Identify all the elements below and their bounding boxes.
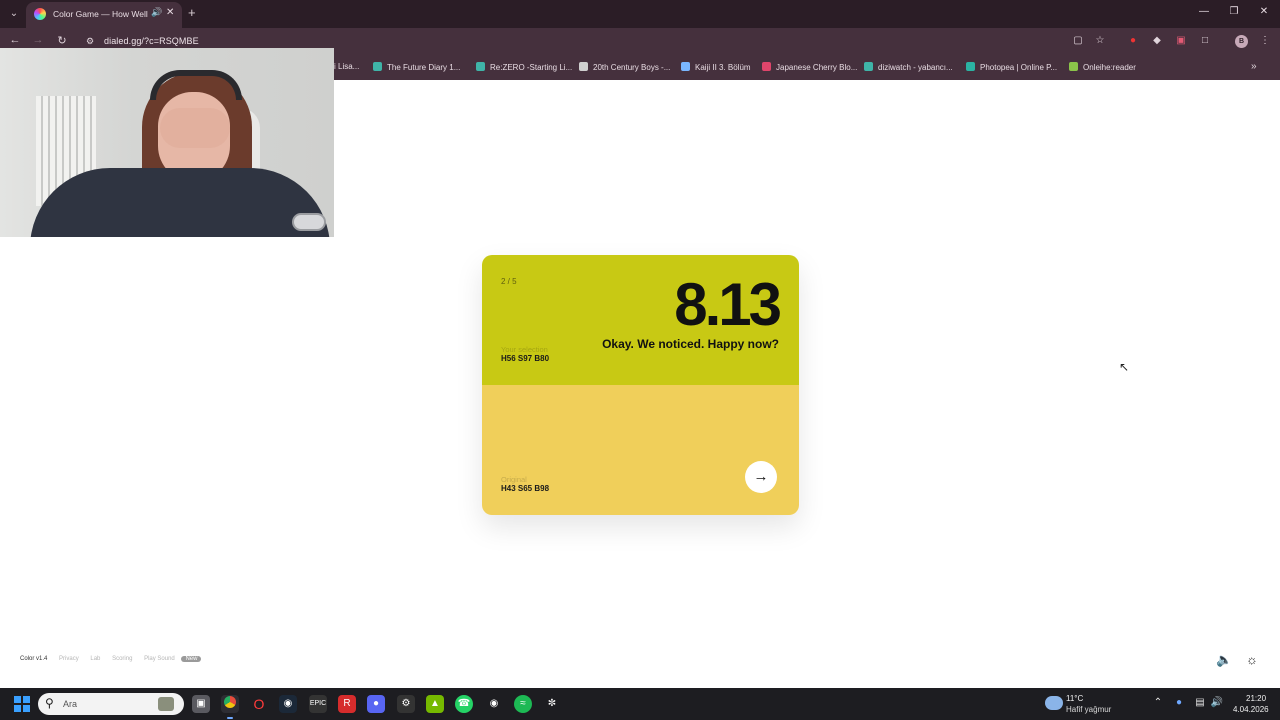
reload-icon[interactable]: ↻ xyxy=(55,34,69,47)
address-bar-url[interactable]: dialed.gg/?c=RSQMBE xyxy=(104,36,199,46)
panda-app-icon[interactable]: ◉ xyxy=(485,695,503,713)
footer-version: Color v1.4 xyxy=(20,656,48,662)
weather-temperature[interactable]: 11°C xyxy=(1066,694,1083,703)
bookmark-item[interactable]: Kaiji II 3. Bölüm xyxy=(681,62,751,72)
bookmark-item[interactable]: diziwatch - yabancı... xyxy=(864,62,953,72)
discord-icon[interactable]: ● xyxy=(367,695,385,713)
next-round-button[interactable]: → xyxy=(745,461,777,493)
new-tab-button[interactable]: + xyxy=(188,5,196,20)
close-tab-icon[interactable]: ✕ xyxy=(166,7,174,18)
bookmark-item[interactable]: Photopea | Online P... xyxy=(966,62,1057,72)
profile-avatar[interactable]: B xyxy=(1235,35,1248,48)
spotify-icon[interactable]: ≈ xyxy=(514,695,532,713)
webcam-person-body xyxy=(30,168,330,237)
page-footer: Color v1.4 Privacy Lab Scoring Play Soun… xyxy=(20,656,211,666)
search-highlight-icon xyxy=(158,697,174,711)
weather-description[interactable]: Hafif yağmur xyxy=(1066,705,1111,714)
score-value: 8.13 xyxy=(674,271,782,338)
task-view-icon[interactable]: ▣ xyxy=(192,695,210,713)
bookmark-favicon-icon xyxy=(681,62,690,71)
extension-pocket-icon[interactable]: ▣ xyxy=(1174,34,1188,48)
speaker-icon[interactable]: 🔊 xyxy=(151,7,162,18)
sound-toggle-icon[interactable]: 🔈 xyxy=(1216,652,1232,668)
browser-tab-strip: ⌄ Color Game — How Well C 🔊 ✕ + — ❐ ✕ xyxy=(0,0,1280,28)
weather-rain-icon[interactable] xyxy=(1045,696,1063,710)
bookmark-item[interactable]: i Lisa... xyxy=(334,62,359,71)
bookmark-item[interactable]: Re:ZERO -Starting Li... xyxy=(476,62,572,72)
extensions-puzzle-icon[interactable]: □ xyxy=(1198,34,1212,48)
footer-link-play-sound[interactable]: Play Sound xyxy=(144,656,175,662)
settings-gear-icon[interactable]: ⚙ xyxy=(397,695,415,713)
bookmark-favicon-icon xyxy=(579,62,588,71)
clock-date[interactable]: 4.04.2026 xyxy=(1233,705,1269,714)
restore-icon[interactable]: ❐ xyxy=(1226,6,1242,17)
result-card: 2 / 5 8.13 Okay. We noticed. Happy now? … xyxy=(482,255,799,515)
selection-label: Your selection xyxy=(501,345,548,354)
tab-search-button[interactable]: ⌄ xyxy=(6,6,22,22)
volume-icon[interactable]: 🔊 xyxy=(1210,697,1224,708)
webcam-person-hand xyxy=(160,108,230,148)
menu-kebab-icon[interactable]: ⋮ xyxy=(1258,34,1272,48)
original-label: Original xyxy=(501,475,527,484)
windows-taskbar: ⚲ Ara ▣ O ◉ EPIC R ● ⚙ ▲ ☎ ◉ ≈ ✼ xyxy=(0,688,1280,720)
score-comment: Okay. We noticed. Happy now? xyxy=(602,337,779,351)
opera-icon[interactable]: O xyxy=(250,695,268,713)
install-app-icon[interactable]: ▢ xyxy=(1071,34,1085,48)
arrow-right-icon: → xyxy=(753,468,769,485)
bookmark-favicon-icon xyxy=(864,62,873,71)
round-counter: 2 / 5 xyxy=(501,277,517,286)
selection-swatch: 2 / 5 8.13 Okay. We noticed. Happy now? … xyxy=(482,255,799,385)
bookmark-favicon-icon xyxy=(1069,62,1078,71)
bookmark-item[interactable]: 20th Century Boys -... xyxy=(579,62,670,72)
bookmark-star-icon[interactable]: ☆ xyxy=(1093,34,1107,48)
chatgpt-icon[interactable]: ✼ xyxy=(543,695,561,713)
footer-link-lab[interactable]: Lab xyxy=(90,656,100,662)
epic-games-icon[interactable]: EPIC xyxy=(309,695,327,713)
more-bookmarks-icon[interactable]: » xyxy=(1251,61,1257,72)
whatsapp-icon[interactable]: ☎ xyxy=(455,695,473,713)
site-favicon-icon xyxy=(34,8,46,20)
taskbar-search-box[interactable]: ⚲ Ara xyxy=(38,693,184,715)
steam-icon[interactable]: ◉ xyxy=(279,695,297,713)
taskbar-search-placeholder: Ara xyxy=(63,699,78,709)
bookmark-favicon-icon xyxy=(762,62,771,71)
chrome-icon[interactable] xyxy=(221,695,239,719)
webcam-overlay xyxy=(0,48,334,237)
bookmark-item[interactable]: The Future Diary 1... xyxy=(373,62,460,72)
theme-toggle-sun-icon[interactable]: ☼ xyxy=(1244,652,1260,668)
search-icon: ⚲ xyxy=(45,696,54,710)
original-value: H43 S65 B98 xyxy=(501,484,550,493)
selection-value: H56 S97 B80 xyxy=(501,354,550,363)
mouse-cursor-icon: ↖ xyxy=(1119,360,1130,374)
close-window-icon[interactable]: ✕ xyxy=(1256,6,1272,17)
bookmark-item[interactable]: Japanese Cherry Blo... xyxy=(762,62,857,72)
network-icon[interactable]: ▤ xyxy=(1193,697,1207,708)
bookmark-favicon-icon xyxy=(373,62,382,71)
rockstar-launcher-icon[interactable]: R xyxy=(338,695,356,713)
bookmark-item[interactable]: Onleihe:reader xyxy=(1069,62,1136,72)
extension-diamond-icon[interactable]: ◆ xyxy=(1150,34,1164,48)
extension-opera-icon[interactable]: ● xyxy=(1126,34,1140,48)
back-icon[interactable]: ← xyxy=(8,34,22,46)
new-badge: New xyxy=(181,656,202,662)
tab-title: Color Game — How Well C xyxy=(53,9,149,19)
tray-overflow-icon[interactable]: ⌃ xyxy=(1151,697,1165,708)
bookmark-favicon-icon xyxy=(476,62,485,71)
active-tab[interactable]: Color Game — How Well C 🔊 ✕ xyxy=(26,2,182,28)
webcam-headset xyxy=(150,70,242,100)
footer-link-scoring[interactable]: Scoring xyxy=(112,656,132,662)
site-info-icon[interactable]: ⚙ xyxy=(86,36,96,46)
minimize-icon[interactable]: — xyxy=(1196,6,1212,17)
nvidia-icon[interactable]: ▲ xyxy=(426,695,444,713)
clock-time[interactable]: 21:20 xyxy=(1246,694,1266,703)
microphone-icon[interactable]: ● xyxy=(1172,697,1186,708)
forward-icon[interactable]: → xyxy=(31,34,45,46)
bookmark-favicon-icon xyxy=(966,62,975,71)
webcam-mouse xyxy=(292,213,326,231)
footer-link-privacy[interactable]: Privacy xyxy=(59,656,79,662)
windows-start-icon[interactable] xyxy=(14,696,30,712)
original-swatch: Original H43 S65 B98 xyxy=(482,385,799,515)
